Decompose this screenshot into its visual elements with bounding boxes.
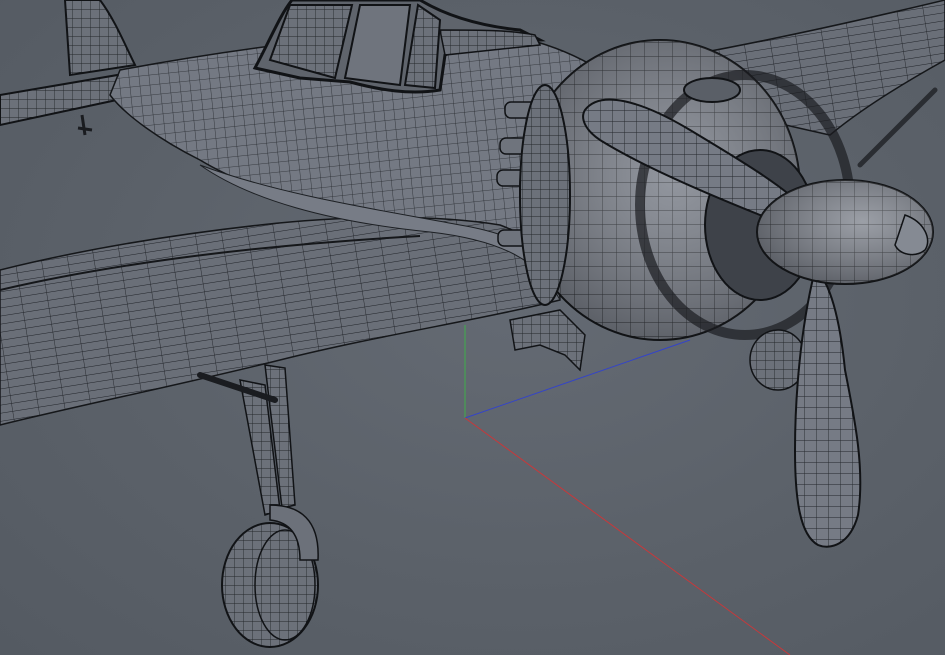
cowling-top-inlet xyxy=(683,77,741,103)
landing-gear[interactable] xyxy=(197,364,319,648)
3d-viewport[interactable] xyxy=(0,0,945,655)
world-axes-gizmo xyxy=(464,325,791,655)
vertical-stabilizer-mesh[interactable] xyxy=(63,0,137,77)
x-axis-line xyxy=(464,417,791,655)
radiator-scoop xyxy=(509,309,586,372)
scene-canvas[interactable] xyxy=(0,0,945,655)
cowling-ring xyxy=(519,84,571,306)
tail-wheel xyxy=(77,114,93,136)
